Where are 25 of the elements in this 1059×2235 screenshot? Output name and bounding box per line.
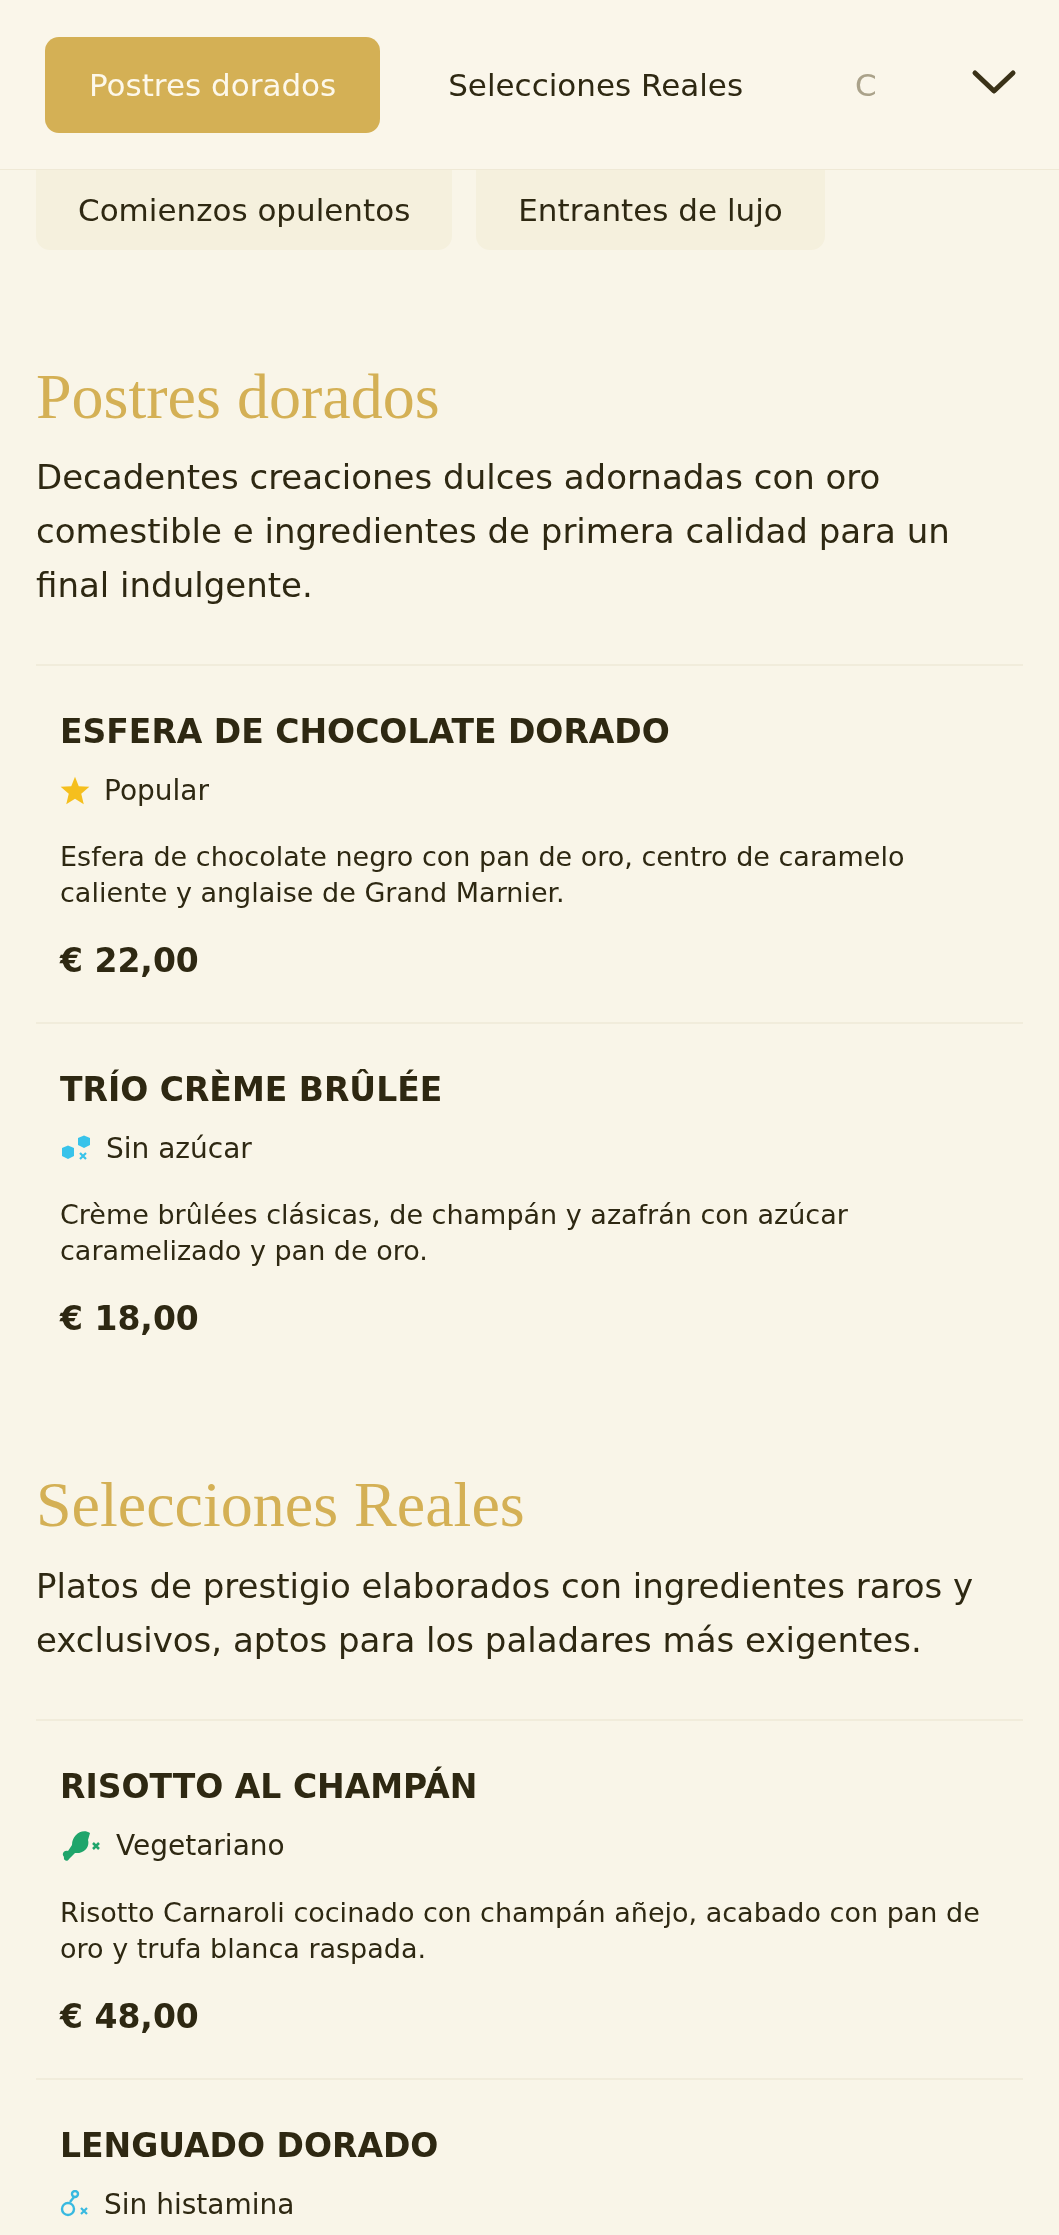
category-chip[interactable]: Comienzos opulentos: [36, 170, 453, 250]
dish-price: € 22,00: [60, 941, 200, 981]
dish-price: € 48,00: [60, 1996, 200, 2036]
dish-description: Crème brûlées clásicas, de champán y azafrán con azúcar caramelizado y pan de oro.: [60, 1198, 849, 1269]
dish-price: € 18,00: [60, 1299, 200, 1339]
dietary-tag: Vegetariano: [116, 1829, 285, 1863]
section-description: Platos de prestigio elaborados con ingredientes raros y exclusivos, aptos para los paladares más exigentes.: [36, 1564, 975, 1662]
dish-description: Risotto Carnaroli cocinado con champán añejo, acabado con pan de oro y trufa blanca raspada.: [60, 1895, 981, 1966]
dish-description: Esfera de chocolate negro con pan de oro, centro de caramelo caliente y anglaise de Grand Marnier.: [60, 840, 906, 911]
dietary-tag: Popular: [104, 774, 209, 808]
dietary-tag: Sin histamina: [104, 2187, 295, 2221]
dish-name: TRÍO CRÈME BRÛLÉE: [60, 1068, 444, 1112]
drumstick-icon: [60, 1828, 102, 1863]
section-title: Postres dorados: [36, 362, 441, 433]
section-description: Decadentes creaciones dulces adornadas con oro comestible e ingredientes de primera calidad para un final indulgente.: [36, 456, 951, 608]
star-icon: [60, 776, 90, 806]
dietary-tag: Sin azúcar: [106, 1132, 252, 1166]
molecule-icon: [60, 2190, 90, 2219]
dish-name: ESFERA DE CHOCOLATE DORADO: [60, 711, 671, 754]
category-chip[interactable]: Entrantes de lujo: [476, 170, 825, 250]
chevron-down-icon[interactable]: [971, 68, 1017, 96]
category-tab[interactable]: Selecciones Reales: [404, 36, 788, 133]
dish-name: LENGUADO DORADO: [60, 2124, 440, 2167]
section-title: Selecciones Reales: [36, 1470, 526, 1541]
dish-name: RISOTTO AL CHAMPÁN: [60, 1765, 479, 1808]
